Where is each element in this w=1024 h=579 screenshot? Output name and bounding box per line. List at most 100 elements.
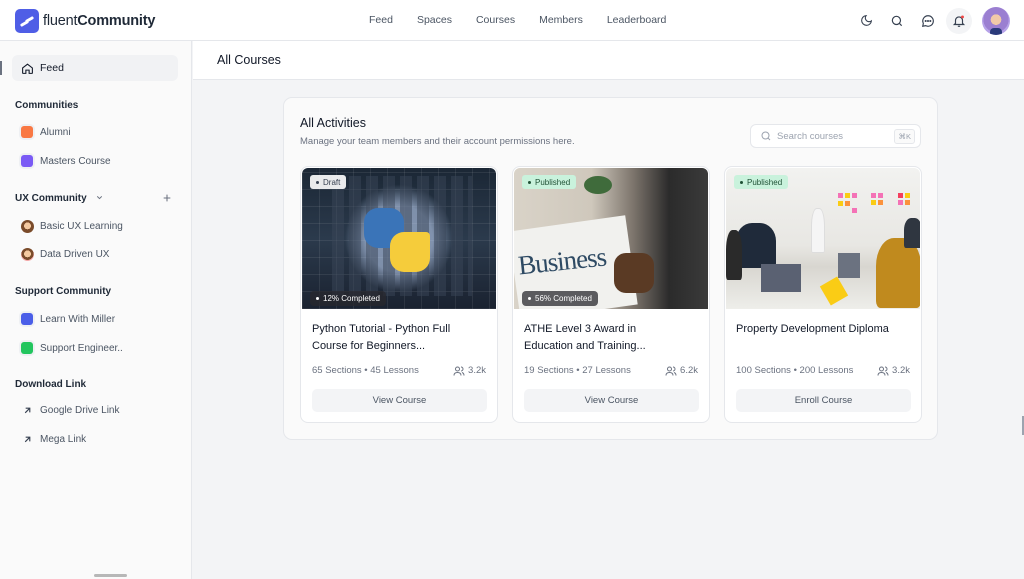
chat-icon bbox=[922, 14, 934, 27]
course-card[interactable]: Draft 12% Completed Python Tutorial - Py… bbox=[300, 166, 498, 423]
nav-leaderboard[interactable]: Leaderboard bbox=[607, 14, 667, 26]
sidebar-item-feed[interactable]: Feed bbox=[12, 55, 178, 81]
course-meta: 65 Sections • 45 Lessons bbox=[312, 365, 419, 376]
course-search[interactable]: ⌘K bbox=[750, 124, 921, 148]
home-icon bbox=[22, 62, 33, 74]
keyboard-shortcut-hint: ⌘K bbox=[894, 129, 915, 144]
page-title: All Courses bbox=[217, 53, 281, 67]
view-course-button[interactable]: View Course bbox=[312, 389, 487, 412]
sticky-note bbox=[871, 193, 876, 198]
sticky-note bbox=[845, 201, 850, 206]
status-badge: Published bbox=[522, 175, 577, 189]
sidebar-item-label: Support Engineer.. bbox=[40, 342, 123, 354]
space-color-icon bbox=[21, 126, 33, 138]
users-icon bbox=[453, 366, 465, 376]
person-shape bbox=[811, 208, 825, 253]
course-title[interactable]: Property Development Diploma bbox=[736, 321, 914, 338]
sidebar-scroll-handle[interactable] bbox=[94, 574, 127, 577]
course-title-line: Python Tutorial - Python Full bbox=[312, 323, 451, 335]
external-link-icon bbox=[24, 436, 31, 443]
dark-mode-toggle[interactable] bbox=[853, 8, 879, 34]
sidebar-item-label: Learn With Miller bbox=[40, 313, 116, 325]
space-color-icon bbox=[21, 155, 33, 167]
panel-subtitle: Manage your team members and their accou… bbox=[300, 136, 575, 147]
enroll-course-button[interactable]: Enroll Course bbox=[736, 389, 911, 412]
sticky-note bbox=[838, 193, 843, 198]
sticky-note bbox=[838, 201, 843, 206]
sidebar-item-label: Basic UX Learning bbox=[40, 221, 123, 232]
members-count-value: 3.2k bbox=[468, 365, 486, 376]
search-input[interactable] bbox=[777, 130, 887, 142]
sidebar-item-learn-with-miller[interactable]: Learn With Miller bbox=[21, 313, 115, 325]
nav-courses[interactable]: Courses bbox=[476, 14, 515, 26]
section-download-link: Download Link bbox=[15, 379, 87, 390]
sidebar-item-alumni[interactable]: Alumni bbox=[21, 126, 71, 138]
sticky-note bbox=[898, 193, 903, 198]
chevron-down-icon[interactable] bbox=[95, 193, 104, 204]
sticky-note bbox=[878, 193, 883, 198]
laptop-shape bbox=[761, 264, 801, 292]
space-emoji-icon bbox=[21, 248, 34, 261]
users-icon bbox=[665, 366, 677, 376]
view-course-button[interactable]: View Course bbox=[524, 389, 699, 412]
messages-button[interactable] bbox=[915, 8, 941, 34]
nav-members[interactable]: Members bbox=[539, 14, 583, 26]
course-meta: 19 Sections • 27 Lessons bbox=[524, 365, 631, 376]
brand-logo[interactable]: fluentCommunity bbox=[15, 9, 155, 33]
sticky-note bbox=[871, 200, 876, 205]
sidebar-item-support-engineer[interactable]: Support Engineer.. bbox=[21, 342, 123, 354]
sticky-note bbox=[905, 200, 910, 205]
sticky-note bbox=[898, 200, 903, 205]
course-title[interactable]: Python Tutorial - Python Full Course for… bbox=[312, 321, 490, 355]
main-nav: Feed Spaces Courses Members Leaderboard bbox=[369, 14, 690, 26]
course-card[interactable]: Business Published 56% Completed ATHE Le… bbox=[512, 166, 710, 423]
courses-panel: All Activities Manage your team members … bbox=[283, 97, 938, 440]
space-emoji-icon bbox=[21, 220, 34, 233]
course-title-line: Course for Beginners... bbox=[312, 340, 426, 352]
section-support-community: Support Community bbox=[15, 286, 112, 297]
sidebar-item-label: Masters Course bbox=[40, 155, 111, 167]
sticky-note bbox=[878, 200, 883, 205]
active-indicator bbox=[0, 61, 2, 75]
nav-spaces[interactable]: Spaces bbox=[417, 14, 452, 26]
sidebar-item-basic-ux-learning[interactable]: Basic UX Learning bbox=[21, 220, 123, 233]
top-actions bbox=[848, 0, 1024, 41]
sticky-note bbox=[852, 208, 857, 213]
members-count-value: 6.2k bbox=[680, 365, 698, 376]
nav-feed[interactable]: Feed bbox=[369, 14, 393, 26]
sidebar-item-data-driven-ux[interactable]: Data Driven UX bbox=[21, 248, 109, 261]
search-button[interactable] bbox=[884, 8, 910, 34]
person-shape bbox=[876, 238, 920, 308]
course-card[interactable]: Published Property Development Diploma 1… bbox=[724, 166, 922, 423]
user-avatar[interactable] bbox=[982, 6, 1010, 35]
sidebar-item-masters-course[interactable]: Masters Course bbox=[21, 155, 111, 167]
sidebar-link-mega[interactable]: Mega Link bbox=[21, 434, 86, 445]
space-color-icon bbox=[21, 313, 33, 325]
section-communities: Communities bbox=[15, 100, 79, 111]
plus-icon bbox=[163, 194, 171, 202]
sticky-note bbox=[852, 193, 857, 198]
course-title[interactable]: ATHE Level 3 Award in Education and Trai… bbox=[524, 321, 702, 355]
external-link-icon bbox=[24, 407, 31, 414]
person-shape bbox=[904, 218, 920, 248]
course-title-line: ATHE Level 3 Award in bbox=[524, 323, 637, 335]
sticky-note bbox=[845, 193, 850, 198]
sticky-note bbox=[905, 193, 910, 198]
plant-decoration bbox=[584, 176, 612, 194]
bell-icon bbox=[952, 14, 966, 27]
search-icon bbox=[761, 131, 771, 141]
top-bar: fluentCommunity Feed Spaces Courses Memb… bbox=[0, 0, 1024, 41]
users-icon bbox=[877, 366, 889, 376]
notifications-button[interactable] bbox=[946, 7, 972, 34]
progress-badge: 56% Completed bbox=[522, 291, 598, 306]
sidebar-item-label: Mega Link bbox=[40, 434, 87, 445]
sidebar-link-google-drive[interactable]: Google Drive Link bbox=[21, 405, 119, 416]
add-space-button[interactable] bbox=[162, 191, 172, 206]
members-count-value: 3.2k bbox=[892, 365, 910, 376]
course-thumbnail: Draft 12% Completed bbox=[302, 168, 496, 309]
panel-title: All Activities bbox=[300, 116, 366, 130]
course-title-line: Education and Training... bbox=[524, 340, 646, 352]
course-thumbnail: Published bbox=[726, 168, 920, 309]
moon-icon bbox=[860, 14, 872, 26]
section-ux-community[interactable]: UX Community bbox=[15, 193, 104, 204]
